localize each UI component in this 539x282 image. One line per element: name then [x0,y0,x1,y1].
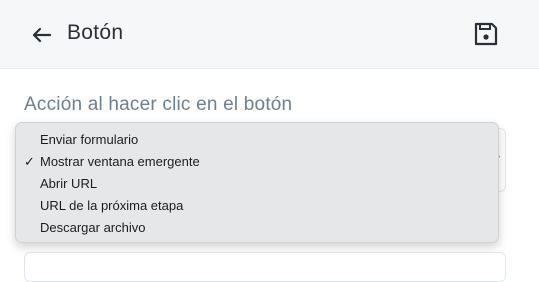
menu-item-enviar-formulario[interactable]: Enviar formulario [16,129,498,151]
action-dropdown-menu: Enviar formulario ✓ Mostrar ventana emer… [15,122,499,243]
floppy-disk-icon[interactable] [472,20,500,48]
section-label: Acción al hacer clic en el botón [24,94,293,115]
menu-item-label: URL de la próxima etapa [40,198,184,213]
header-bar: Botón [0,0,539,69]
menu-item-abrir-url[interactable]: Abrir URL [16,173,498,195]
menu-item-label: Mostrar ventana emergente [40,154,200,169]
menu-item-label: Enviar formulario [40,132,139,147]
menu-item-url-proxima-etapa[interactable]: URL de la próxima etapa [16,195,498,217]
arrow-left-icon[interactable] [30,26,52,44]
page-title: Botón [67,21,124,44]
checkmark-icon: ✓ [24,154,35,169]
menu-item-mostrar-ventana-emergente[interactable]: ✓ Mostrar ventana emergente [16,151,498,173]
menu-item-label: Abrir URL [40,176,98,191]
lower-card [24,252,506,282]
menu-item-descargar-archivo[interactable]: Descargar archivo [16,217,498,239]
menu-item-label: Descargar archivo [40,220,146,235]
